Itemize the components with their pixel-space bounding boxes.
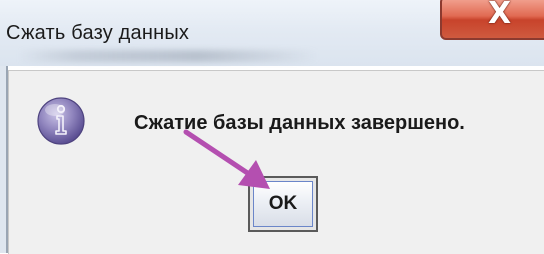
close-button[interactable]: X [440,0,544,40]
ok-button-label: OK [268,193,298,214]
ok-button-face[interactable]: OK [253,181,313,227]
dialog-window: Сжать базу данных X Сжатие базы данных з… [0,0,544,254]
window-title: Сжать базу данных [6,22,190,44]
ok-button[interactable]: OK [248,176,318,232]
close-icon: X [488,0,512,31]
title-bar[interactable]: Сжать базу данных X [0,0,544,66]
info-icon [37,97,85,145]
blurred-background-text [18,50,318,62]
message-text: Сжатие базы данных завершено. [134,112,465,134]
